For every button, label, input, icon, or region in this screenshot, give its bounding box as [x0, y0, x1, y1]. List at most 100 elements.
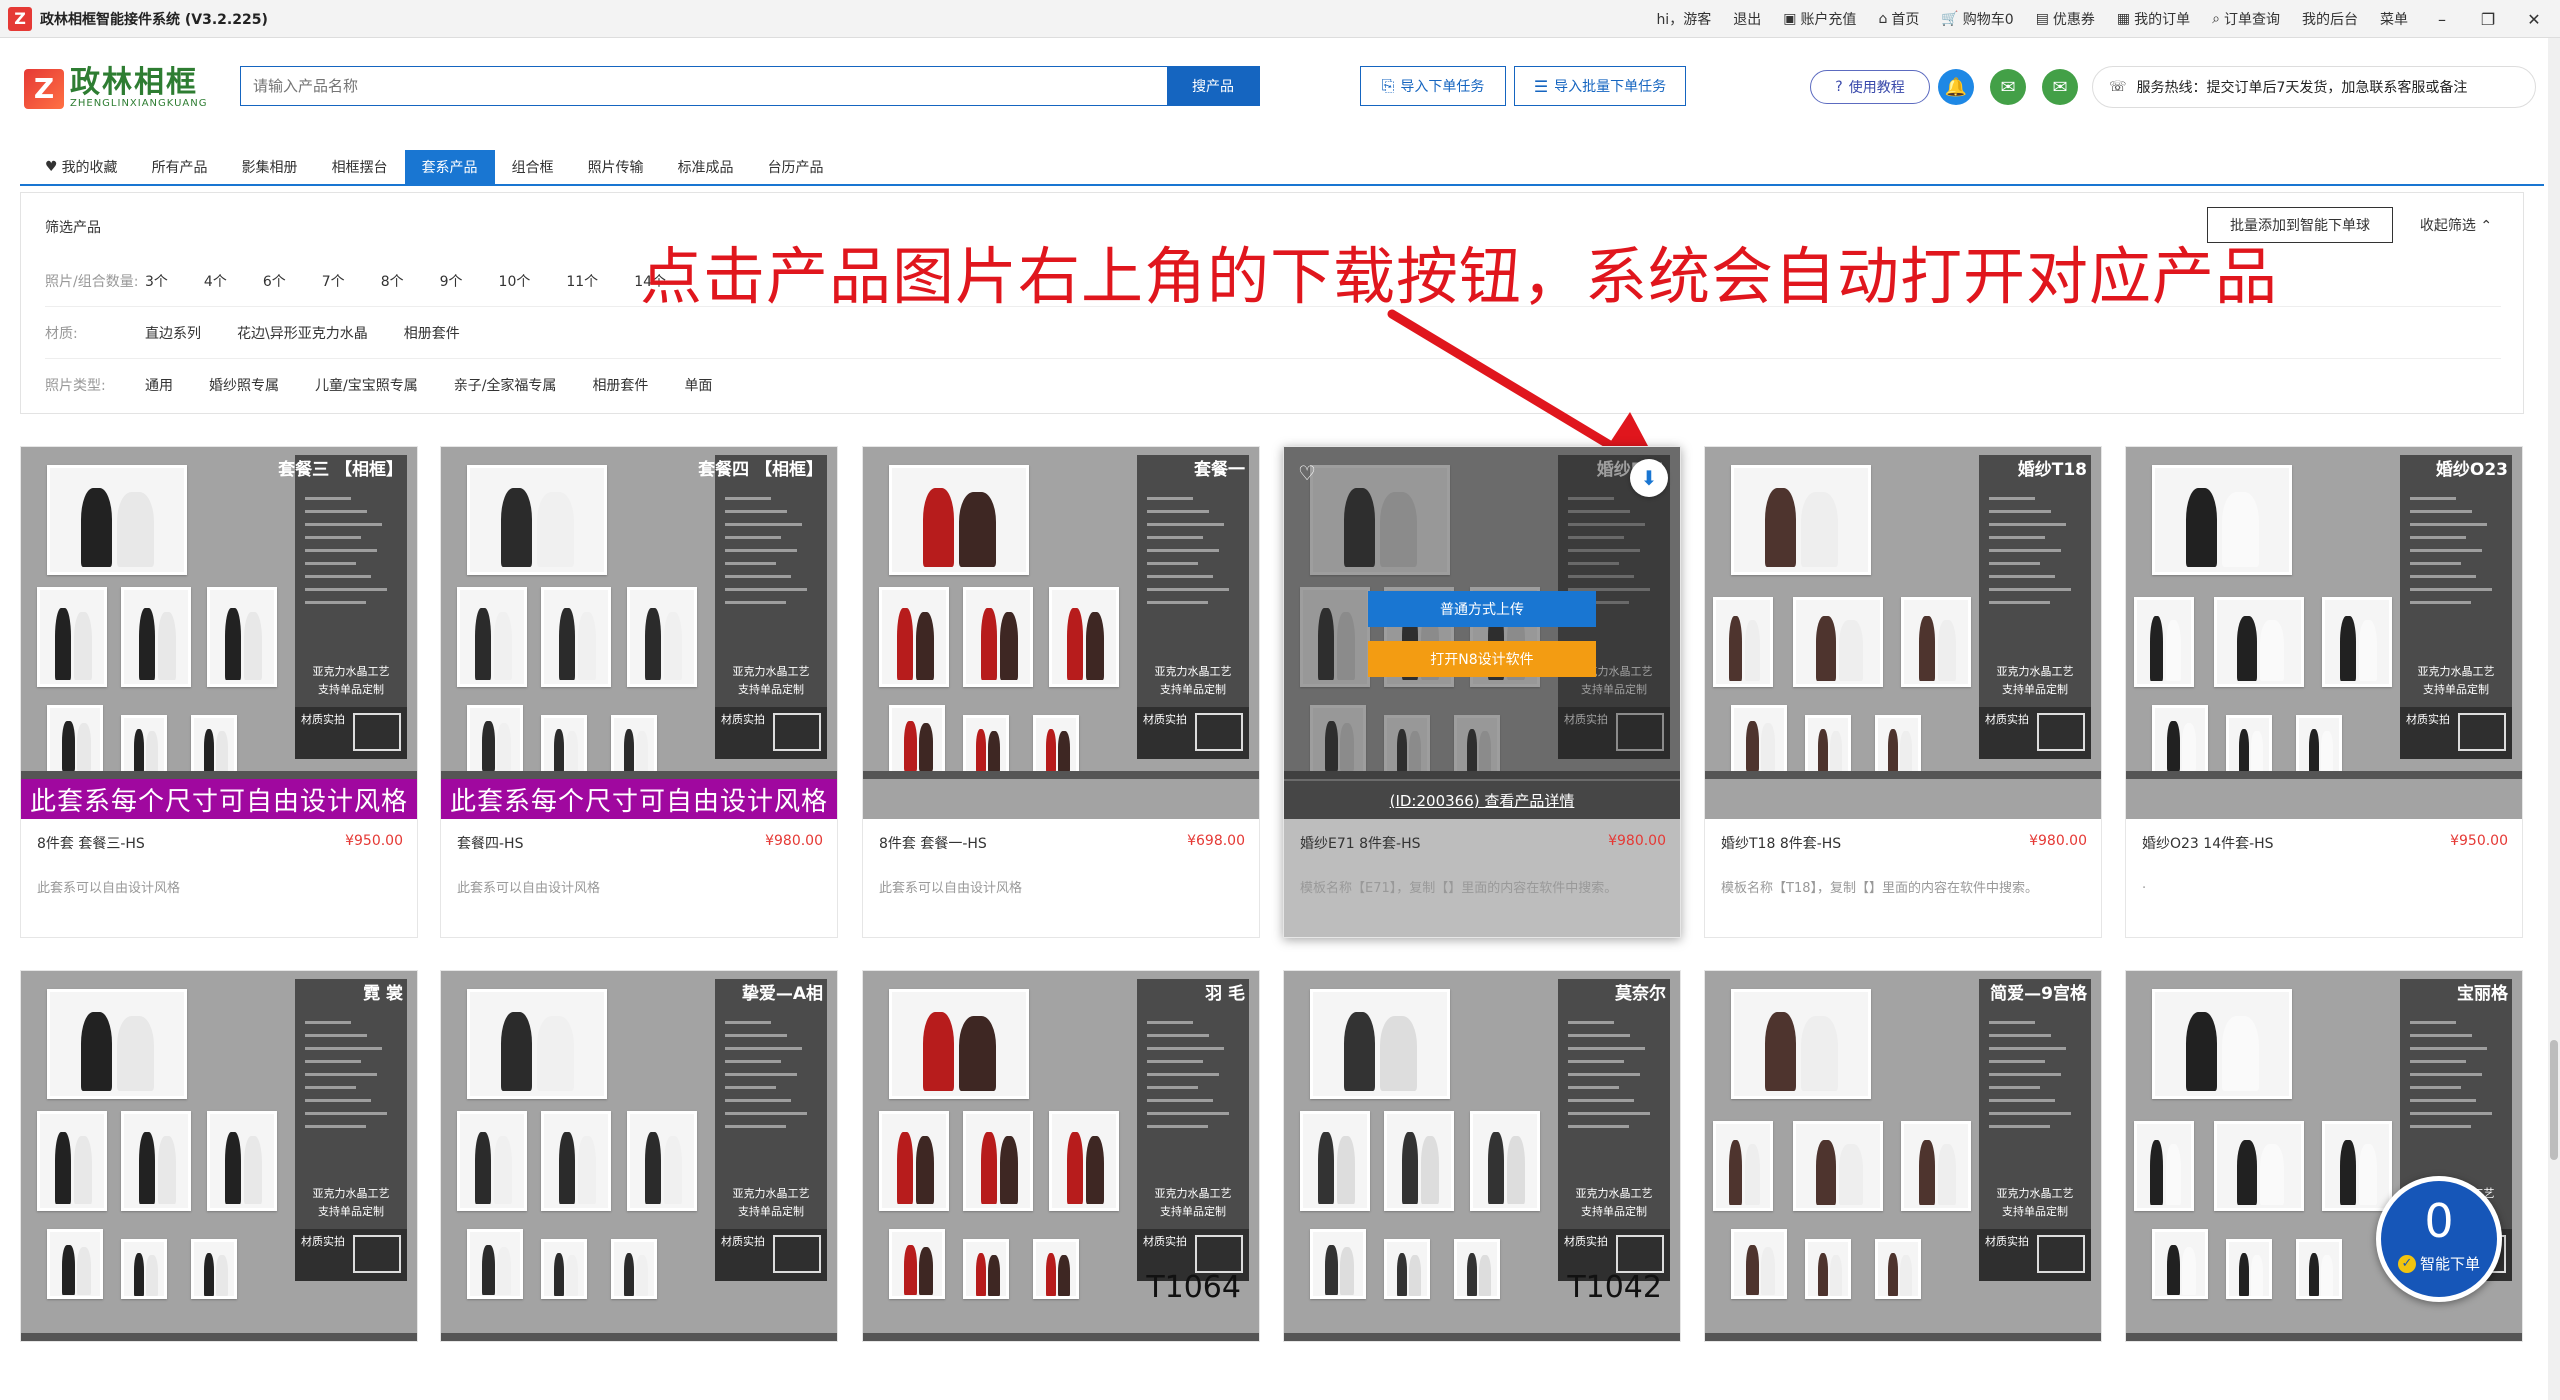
- product-name[interactable]: 婚纱T18 8件套-HS: [1721, 833, 1841, 853]
- product-card[interactable]: 套餐一 亚克力水晶工艺 支持单品定制 材质实拍 8件套 套餐一-HS ¥698.00 此套系…: [862, 446, 1260, 938]
- tab-calendar[interactable]: 台历产品: [751, 150, 841, 184]
- product-card[interactable]: 套餐四 【相框】 亚克力水晶工艺 支持单品定制 材质实拍 此套系每个尺寸可自由设计风格套…: [440, 446, 838, 938]
- product-card[interactable]: 挚爱—A相 亚克力水晶工艺 支持单品定制 材质实拍: [440, 970, 838, 1342]
- product-thumbnail[interactable]: 羽 毛亚克力水晶工艺 支持单品定制 材质实拍 T1064: [863, 971, 1259, 1341]
- menu-link[interactable]: 菜单: [2380, 9, 2408, 29]
- filter-option[interactable]: 儿童/宝宝照专属: [315, 375, 418, 395]
- product-card[interactable]: 婚纱T18 亚克力水晶工艺 支持单品定制 材质实拍 婚纱T18 8件套-HS ¥980.0…: [1704, 446, 2102, 938]
- tab-sets[interactable]: 套系产品: [404, 150, 495, 184]
- wechat-icon[interactable]: ✉: [1990, 69, 2026, 105]
- filter-option[interactable]: 11个: [566, 271, 598, 291]
- tab-photo-transfer[interactable]: 照片传输: [571, 150, 661, 184]
- product-thumbnail[interactable]: 婚纱O23 亚克力水晶工艺 支持单品定制 材质实拍: [2126, 447, 2522, 819]
- product-thumbnail[interactable]: 婚纱E71亚克力水晶工艺支持单品定制材质实拍♡⬇普通方式上传打开N8设计软件(I…: [1284, 447, 1680, 819]
- import-order-button[interactable]: ⎘ 导入下单任务: [1360, 66, 1506, 106]
- tab-all-products[interactable]: 所有产品: [135, 150, 225, 184]
- wechat-service-icon[interactable]: ✉: [2042, 69, 2078, 105]
- order-query-link[interactable]: ⌕ 订单查询: [2212, 9, 2280, 29]
- filter-option[interactable]: 8个: [381, 271, 404, 291]
- frame-photo: [1310, 1229, 1366, 1299]
- scrollbar-track[interactable]: [2548, 38, 2560, 1400]
- product-name[interactable]: 婚纱E71 8件套-HS: [1300, 833, 1420, 853]
- minimize-icon[interactable]: –: [2430, 10, 2454, 29]
- brand-logo-icon: Z: [24, 68, 64, 109]
- product-thumbnail[interactable]: 套餐三 【相框】 亚克力水晶工艺 支持单品定制 材质实拍 此套系每个尺寸可自由设计风格: [21, 447, 417, 819]
- frame-photo: [2322, 597, 2392, 687]
- product-name[interactable]: 8件套 套餐一-HS: [879, 833, 987, 853]
- filter-option[interactable]: 4个: [204, 271, 227, 291]
- frame-photo: [627, 587, 697, 687]
- filter-option[interactable]: 10个: [499, 271, 531, 291]
- product-thumbnail[interactable]: 婚纱T18 亚克力水晶工艺 支持单品定制 材质实拍: [1705, 447, 2101, 819]
- filter-option[interactable]: 相册套件: [592, 375, 648, 395]
- tab-albums[interactable]: 影集相册: [225, 150, 315, 184]
- recharge-link[interactable]: ▣ 账户充值: [1783, 9, 1856, 29]
- tab-standard[interactable]: 标准成品: [661, 150, 751, 184]
- product-card[interactable]: 羽 毛亚克力水晶工艺 支持单品定制 材质实拍 T1064: [862, 970, 1260, 1342]
- home-link[interactable]: ⌂ 首页: [1878, 9, 1919, 29]
- tab-frames[interactable]: 相框摆台: [315, 150, 405, 184]
- filter-option[interactable]: 花边\异形亚克力水晶: [237, 323, 368, 343]
- logout-link[interactable]: 退出: [1733, 9, 1761, 29]
- product-thumbnail[interactable]: 挚爱—A相 亚克力水晶工艺 支持单品定制 材质实拍: [441, 971, 837, 1341]
- product-name[interactable]: 8件套 套餐三-HS: [37, 833, 145, 853]
- product-card[interactable]: 霓 裳亚克力水晶工艺 支持单品定制 材质实拍: [20, 970, 418, 1342]
- product-price: ¥980.00: [1608, 833, 1666, 849]
- product-card[interactable]: 简爱—9宫格 亚克力水晶工艺 支持单品定制 材质实拍: [1704, 970, 2102, 1342]
- filter-option[interactable]: 相册套件: [404, 323, 460, 343]
- product-thumbnail[interactable]: 霓 裳亚克力水晶工艺 支持单品定制 材质实拍: [21, 971, 417, 1341]
- open-n8-button[interactable]: 打开N8设计软件: [1368, 641, 1596, 677]
- product-name[interactable]: 婚纱O23 14件套-HS: [2142, 833, 2274, 853]
- tutorial-button[interactable]: ? 使用教程: [1810, 70, 1930, 104]
- product-card[interactable]: 莫奈尔 亚克力水晶工艺 支持单品定制 材质实拍 T1042: [1283, 970, 1681, 1342]
- brand-logo[interactable]: Z 政林相框 ZHENGLINXIANGKUANG: [24, 68, 207, 109]
- scrollbar-thumb[interactable]: [2550, 1040, 2558, 1160]
- my-orders-link[interactable]: ▦ 我的订单: [2117, 9, 2190, 29]
- filter-option[interactable]: 亲子/全家福专属: [454, 375, 557, 395]
- filter-option[interactable]: 婚纱照专属: [209, 375, 279, 395]
- frame-photo: [2214, 597, 2304, 687]
- product-detail-link[interactable]: (ID:200366) 查看产品详情: [1284, 781, 1680, 819]
- product-card[interactable]: 套餐三 【相框】 亚克力水晶工艺 支持单品定制 材质实拍 此套系每个尺寸可自由设计风格 8…: [20, 446, 418, 938]
- collapse-filter-button[interactable]: 收起筛选 ⌃: [2401, 207, 2511, 243]
- normal-upload-button[interactable]: 普通方式上传: [1368, 591, 1596, 627]
- frame-photo: [1805, 1239, 1851, 1299]
- tab-combo-frames[interactable]: 组合框: [495, 150, 571, 184]
- product-name[interactable]: 套餐四-HS: [457, 833, 523, 853]
- coupons-link[interactable]: ▤ 优惠券: [2036, 9, 2095, 29]
- filter-option[interactable]: 7个: [322, 271, 345, 291]
- filter-option[interactable]: 9个: [440, 271, 463, 291]
- product-card[interactable]: 婚纱E71亚克力水晶工艺支持单品定制材质实拍♡⬇普通方式上传打开N8设计软件(I…: [1283, 446, 1681, 938]
- favorite-heart-icon[interactable]: ♡: [1298, 461, 1316, 485]
- filter-option[interactable]: 3个: [145, 271, 168, 291]
- close-icon[interactable]: ✕: [2522, 10, 2546, 29]
- search-button[interactable]: 搜产品: [1167, 67, 1259, 105]
- product-series-title: 霓 裳: [363, 984, 403, 1004]
- bell-icon[interactable]: 🔔: [1938, 69, 1974, 105]
- product-thumbnail[interactable]: 简爱—9宫格 亚克力水晶工艺 支持单品定制 材质实拍: [1705, 971, 2101, 1341]
- smart-order-ball[interactable]: 0 ✓ 智能下单: [2376, 1176, 2502, 1302]
- import-batch-button[interactable]: ☰ 导入批量下单任务: [1514, 66, 1686, 106]
- download-icon[interactable]: ⬇: [1630, 459, 1668, 497]
- material-photo: 材质实拍: [715, 1229, 827, 1281]
- frame-photo: [1033, 715, 1079, 775]
- product-thumbnail[interactable]: 套餐一 亚克力水晶工艺 支持单品定制 材质实拍: [863, 447, 1259, 819]
- cart-link[interactable]: 🛒 购物车0: [1941, 9, 2013, 29]
- frame-photo: [191, 715, 237, 775]
- product-thumbnail[interactable]: 莫奈尔 亚克力水晶工艺 支持单品定制 材质实拍 T1042: [1284, 971, 1680, 1341]
- material-label: 材质实拍: [721, 713, 765, 726]
- filter-option[interactable]: 通用: [145, 375, 173, 395]
- floor-stripe: [1284, 1333, 1680, 1341]
- frame-photo: [1731, 465, 1871, 575]
- frame-photo: [1731, 1229, 1787, 1299]
- filter-option[interactable]: 直边系列: [145, 323, 201, 343]
- product-card[interactable]: 婚纱O23 亚克力水晶工艺 支持单品定制 材质实拍 婚纱O23 14件套-HS ¥950.…: [2125, 446, 2523, 938]
- filter-option[interactable]: 单面: [684, 375, 712, 395]
- tab-favorites[interactable]: ♥ 我的收藏: [28, 150, 135, 184]
- maximize-icon[interactable]: ❐: [2476, 10, 2500, 29]
- my-backend-link[interactable]: 我的后台: [2302, 9, 2358, 29]
- frame-photo: [1875, 1239, 1921, 1299]
- search-input[interactable]: [241, 67, 1167, 105]
- filter-option[interactable]: 6个: [263, 271, 286, 291]
- product-thumbnail[interactable]: 套餐四 【相框】 亚克力水晶工艺 支持单品定制 材质实拍 此套系每个尺寸可自由设计风格: [441, 447, 837, 819]
